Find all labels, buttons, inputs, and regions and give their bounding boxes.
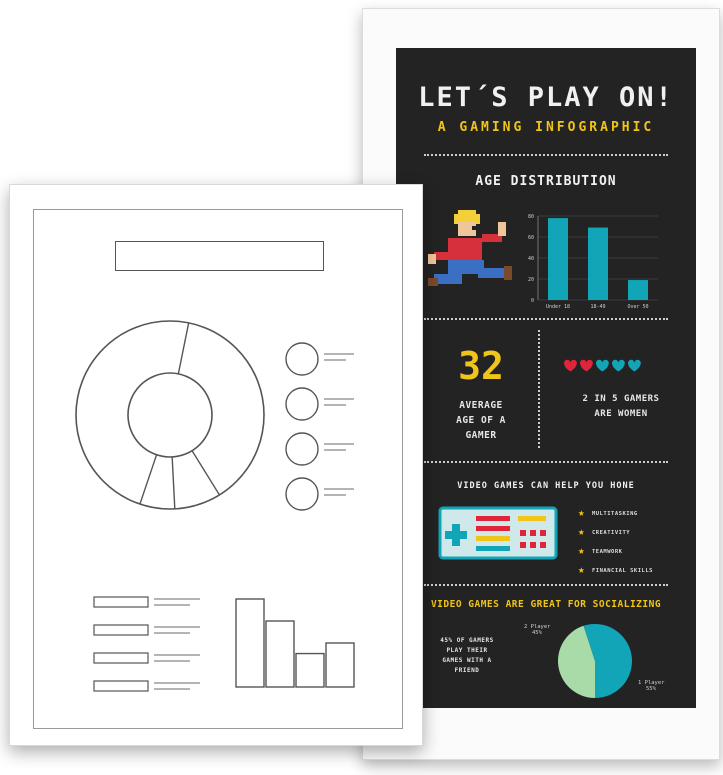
wire-legend-circle <box>285 432 319 466</box>
wire-legend-circle <box>285 387 319 421</box>
wire-row-box <box>93 596 149 608</box>
wire-row-box <box>93 624 149 636</box>
wire-row-box <box>93 652 149 664</box>
wire-donut-inner <box>127 372 213 458</box>
wire-legend-circle <box>285 342 319 376</box>
wire-bar <box>295 652 325 688</box>
wire-bar <box>325 642 355 688</box>
wire-legend-circle <box>285 477 319 511</box>
wireframe-drawing <box>75 320 355 692</box>
wire-row-box <box>93 680 149 692</box>
wire-bar <box>265 620 295 688</box>
wire-bar <box>235 598 265 688</box>
